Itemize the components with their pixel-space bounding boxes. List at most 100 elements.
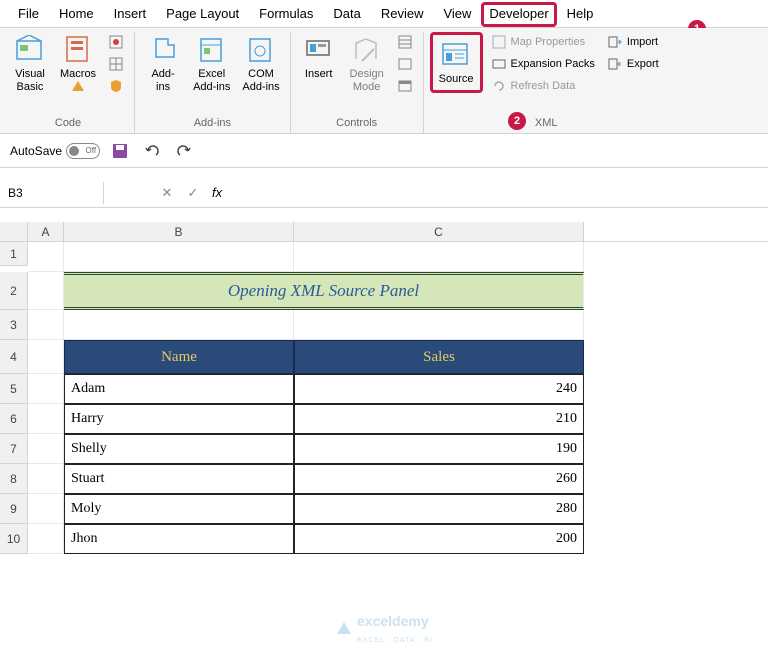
name-box[interactable] (0, 182, 104, 204)
tab-data[interactable]: Data (323, 2, 370, 27)
col-header-c[interactable]: C (294, 222, 584, 241)
table-cell-sales[interactable]: 210 (294, 404, 584, 434)
row-header[interactable]: 5 (0, 374, 28, 404)
view-code-button[interactable] (393, 54, 417, 74)
insert-control-button[interactable]: Insert (297, 32, 341, 83)
cell[interactable] (28, 524, 64, 554)
table-cell-name[interactable]: Moly (64, 494, 294, 524)
title-cell[interactable]: Opening XML Source Panel (64, 272, 584, 310)
source-button[interactable]: Source (430, 32, 483, 93)
cell[interactable] (64, 310, 294, 340)
row-header[interactable]: 6 (0, 404, 28, 434)
export-button[interactable]: Export (603, 54, 663, 74)
row-header[interactable]: 4 (0, 340, 28, 374)
tab-home[interactable]: Home (49, 2, 104, 27)
source-label: Source (439, 73, 474, 86)
tab-help[interactable]: Help (557, 2, 604, 27)
table-cell-name[interactable]: Stuart (64, 464, 294, 494)
table-cell-name[interactable]: Harry (64, 404, 294, 434)
cell[interactable] (28, 464, 64, 494)
dialog-icon (397, 78, 413, 94)
tab-formulas[interactable]: Formulas (249, 2, 323, 27)
cell[interactable] (28, 494, 64, 524)
table-cell-sales[interactable]: 200 (294, 524, 584, 554)
design-mode-button[interactable]: Design Mode (345, 32, 389, 96)
properties-icon (397, 34, 413, 50)
name-box-input[interactable] (8, 186, 95, 200)
save-button[interactable] (108, 139, 132, 163)
relative-ref-button[interactable] (104, 54, 128, 74)
undo-button[interactable] (140, 139, 164, 163)
tab-page-layout[interactable]: Page Layout (156, 2, 249, 27)
cell[interactable] (28, 340, 64, 374)
cell[interactable] (28, 242, 64, 272)
cell[interactable] (28, 272, 64, 310)
tab-review[interactable]: Review (371, 2, 434, 27)
cell[interactable] (294, 242, 584, 272)
tab-insert[interactable]: Insert (104, 2, 157, 27)
spreadsheet-grid: A B C 1 2 Opening XML Source Panel 3 4 N… (0, 222, 768, 554)
cell[interactable] (64, 242, 294, 272)
properties-button[interactable] (393, 32, 417, 52)
design-mode-icon (351, 34, 383, 66)
row-header[interactable]: 7 (0, 434, 28, 464)
watermark-icon (335, 620, 353, 638)
table-cell-sales[interactable]: 280 (294, 494, 584, 524)
table-cell-sales[interactable]: 260 (294, 464, 584, 494)
redo-button[interactable] (172, 139, 196, 163)
com-addins-button[interactable]: COM Add-ins (238, 32, 283, 96)
row-header[interactable]: 8 (0, 464, 28, 494)
table-cell-name[interactable]: Jhon (64, 524, 294, 554)
excel-addins-label: Excel Add-ins (193, 68, 230, 94)
addins-button[interactable]: Add- ins (141, 32, 185, 96)
group-controls-label: Controls (336, 115, 377, 133)
import-icon (607, 34, 623, 50)
tab-view[interactable]: View (433, 2, 481, 27)
col-header-b[interactable]: B (64, 222, 294, 241)
row-header[interactable]: 10 (0, 524, 28, 554)
tab-developer[interactable]: Developer (481, 2, 556, 27)
select-all-corner[interactable] (0, 222, 28, 241)
grid-icon (108, 56, 124, 72)
map-properties-button[interactable]: Map Properties (487, 32, 599, 52)
macros-label: Macros (60, 68, 96, 81)
record-macro-button[interactable] (104, 32, 128, 52)
macro-security-button[interactable] (104, 76, 128, 96)
row-header[interactable]: 9 (0, 494, 28, 524)
run-dialog-button[interactable] (393, 76, 417, 96)
table-header-sales[interactable]: Sales (294, 340, 584, 374)
export-icon (607, 56, 623, 72)
row-header[interactable]: 1 (0, 242, 28, 266)
cell[interactable] (28, 404, 64, 434)
table-cell-sales[interactable]: 190 (294, 434, 584, 464)
tab-file[interactable]: File (8, 2, 49, 27)
accept-formula-button[interactable]: ✓ (180, 185, 206, 201)
col-header-a[interactable]: A (28, 222, 64, 241)
table-cell-sales[interactable]: 240 (294, 374, 584, 404)
cell[interactable] (28, 434, 64, 464)
group-addins-label: Add-ins (194, 115, 231, 133)
cancel-formula-button[interactable]: ✕ (154, 185, 180, 201)
group-addins: Add- ins Excel Add-ins COM Add-ins Add-i… (135, 32, 291, 133)
fx-icon[interactable]: fx (206, 185, 228, 200)
expansion-packs-icon (491, 56, 507, 72)
row-header[interactable]: 3 (0, 310, 28, 340)
import-button[interactable]: Import (603, 32, 663, 52)
insert-control-label: Insert (305, 68, 333, 81)
visual-basic-button[interactable]: Visual Basic (8, 32, 52, 96)
macros-button[interactable]: Macros (56, 32, 100, 93)
table-cell-name[interactable]: Adam (64, 374, 294, 404)
table-cell-name[interactable]: Shelly (64, 434, 294, 464)
cell[interactable] (294, 310, 584, 340)
table-header-name[interactable]: Name (64, 340, 294, 374)
toggle-off-icon: Off (66, 143, 100, 159)
cell[interactable] (28, 310, 64, 340)
refresh-data-button[interactable]: Refresh Data (487, 76, 599, 96)
row-header[interactable]: 2 (0, 272, 28, 310)
group-controls: Insert Design Mode Controls (291, 32, 424, 133)
excel-addins-button[interactable]: Excel Add-ins (189, 32, 234, 96)
autosave-toggle[interactable]: AutoSave Off (10, 143, 100, 159)
addins-icon (147, 34, 179, 66)
expansion-packs-button[interactable]: Expansion Packs (487, 54, 599, 74)
cell[interactable] (28, 374, 64, 404)
